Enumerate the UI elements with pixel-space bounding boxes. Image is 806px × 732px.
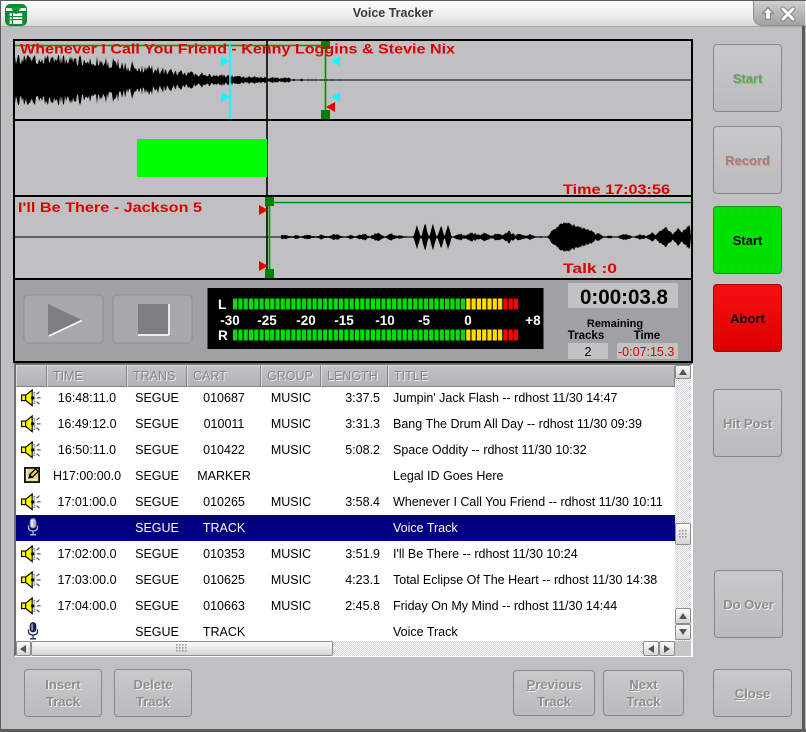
svg-text:-15: -15 <box>334 313 354 328</box>
svg-text:-30: -30 <box>220 313 240 328</box>
svg-text:R: R <box>218 328 228 343</box>
svg-text:Whenever I Call You Friend - K: Whenever I Call You Friend - Kenny Loggi… <box>20 41 455 57</box>
svg-text:-10: -10 <box>375 313 395 328</box>
svg-text:+8: +8 <box>525 313 541 328</box>
svg-text:Time 17:03:56: Time 17:03:56 <box>563 181 670 197</box>
svg-text:L: L <box>218 297 226 312</box>
svg-text:Time: Time <box>634 330 661 342</box>
svg-text:I'll Be There - Jackson 5: I'll Be There - Jackson 5 <box>18 199 202 215</box>
svg-text:Tracks: Tracks <box>568 330 604 342</box>
svg-text:2: 2 <box>585 345 592 359</box>
svg-text:0: 0 <box>464 313 472 328</box>
svg-text:Talk :0: Talk :0 <box>563 260 617 276</box>
svg-text:-20: -20 <box>296 313 316 328</box>
svg-text:0:00:03.8: 0:00:03.8 <box>580 285 668 309</box>
svg-text:-0:07:15.3: -0:07:15.3 <box>618 345 674 359</box>
svg-text:Remaining: Remaining <box>587 318 643 330</box>
svg-text:-25: -25 <box>257 313 277 328</box>
svg-text:-5: -5 <box>418 313 430 328</box>
